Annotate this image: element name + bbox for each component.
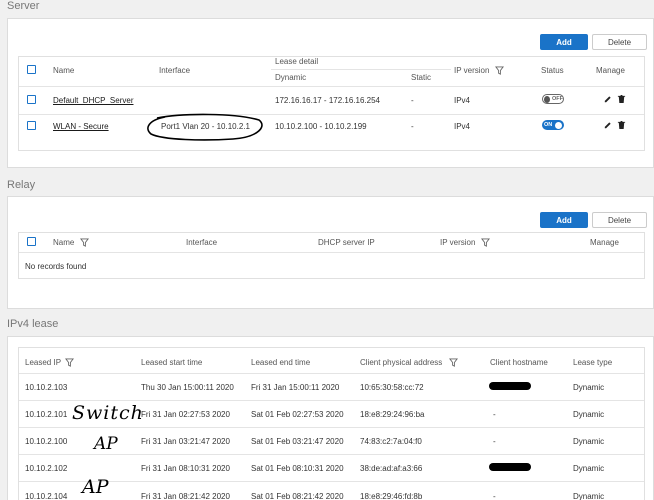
lease-mac: 18:e8:29:46:fd:8b [360, 492, 423, 500]
lease-ip: 10.10.2.103 [25, 383, 68, 392]
lease-start: Fri 31 Jan 03:21:47 2020 [141, 437, 230, 446]
lease-mac: 18:e8:29:24:96:ba [360, 410, 425, 419]
lease-end: Sat 01 Feb 08:21:42 2020 [251, 492, 344, 500]
lease-col-type: Lease type [573, 358, 613, 367]
server-static: - [411, 122, 414, 131]
lease-end: Sat 01 Feb 03:21:47 2020 [251, 437, 344, 446]
lease-col-leased-ip: Leased IP [25, 358, 62, 367]
handwritten-ap-note: AP [94, 434, 118, 454]
filter-icon[interactable] [481, 238, 490, 247]
lease-ip: 10.10.2.104 [25, 492, 68, 500]
lease-col-end: Leased end time [251, 358, 311, 367]
server-dynamic-range: 10.10.2.100 - 10.10.2.199 [275, 122, 367, 131]
server-row-checkbox[interactable] [27, 95, 36, 104]
server-name-link[interactable]: Default_DHCP_Server [53, 96, 133, 105]
server-add-button[interactable]: Add [540, 34, 588, 50]
filter-icon[interactable] [80, 238, 89, 247]
lease-type: Dynamic [573, 464, 605, 473]
edit-pencil-icon[interactable] [603, 121, 612, 130]
redaction-mark [489, 463, 531, 471]
relay-col-name: Name [53, 238, 75, 247]
relay-section-title: Relay [7, 179, 36, 191]
lease-end: Fri 31 Jan 15:00:11 2020 [251, 383, 340, 392]
lease-start: Thu 30 Jan 15:00:11 2020 [141, 383, 234, 392]
relay-col-ip-version: IP version [440, 238, 476, 247]
server-ip-version: IPv4 [454, 122, 471, 131]
header-divider [19, 252, 644, 253]
relay-delete-button[interactable]: Delete [592, 212, 647, 228]
handwritten-switch-note: Switch [72, 402, 144, 424]
relay-col-manage: Manage [590, 238, 619, 247]
header-divider [19, 86, 644, 87]
lease-type: Dynamic [573, 383, 605, 392]
relay-panel: Add Delete Name Interface DHCP server IP… [7, 196, 654, 309]
server-col-manage: Manage [596, 66, 625, 75]
lease-start: Fri 31 Jan 08:21:42 2020 [141, 492, 230, 500]
server-delete-button[interactable]: Delete [592, 34, 647, 50]
delete-trash-icon[interactable] [617, 94, 626, 104]
redaction-mark [489, 382, 531, 390]
relay-col-interface: Interface [186, 238, 218, 247]
lease-col-hostname: Client hostname [490, 358, 548, 367]
filter-icon[interactable] [65, 358, 74, 367]
server-col-static: Static [411, 73, 432, 82]
lease-col-start: Leased start time [141, 358, 203, 367]
lease-row[interactable]: 10.10.2.103 Thu 30 Jan 15:00:11 2020 Fri… [19, 374, 644, 400]
server-col-interface: Interface [159, 66, 191, 75]
hand-drawn-circle [147, 113, 263, 141]
server-static: - [411, 96, 414, 105]
server-col-name: Name [53, 66, 75, 75]
status-toggle[interactable]: OFF [542, 94, 564, 104]
lease-row[interactable]: 10.10.2.104 Fri 31 Jan 08:21:42 2020 Sat… [19, 482, 644, 500]
server-table: Name Interface Lease detail Dynamic Stat… [18, 56, 645, 151]
server-name-link[interactable]: WLAN - Secure [53, 122, 109, 131]
lease-ip: 10.10.2.102 [25, 464, 68, 473]
lease-mac: 38:de:ad:af:a3:66 [360, 464, 423, 473]
filter-icon[interactable] [495, 66, 504, 75]
lease-hostname: - [493, 492, 496, 500]
lease-start: Fri 31 Jan 02:27:53 2020 [141, 410, 230, 419]
edit-pencil-icon[interactable] [603, 95, 612, 104]
relay-select-all-checkbox[interactable] [27, 237, 36, 246]
lease-hostname: - [493, 437, 496, 446]
relay-add-button[interactable]: Add [540, 212, 588, 228]
server-col-ip-version: IP version [454, 66, 490, 75]
lease-ip: 10.10.2.101 [25, 410, 68, 419]
relay-empty-message: No records found [25, 262, 87, 271]
lease-row[interactable]: 10.10.2.102 Fri 31 Jan 08:10:31 2020 Sat… [19, 455, 644, 481]
relay-table: Name Interface DHCP server IP IP version… [18, 232, 645, 279]
delete-trash-icon[interactable] [617, 120, 626, 130]
lease-start: Fri 31 Jan 08:10:31 2020 [141, 464, 230, 473]
lease-ip: 10.10.2.100 [25, 437, 68, 446]
server-col-dynamic: Dynamic [275, 73, 307, 82]
server-section-title: Server [7, 0, 40, 12]
lease-hostname: - [493, 410, 496, 419]
server-col-lease-detail: Lease detail [275, 57, 319, 66]
status-toggle[interactable]: ON [542, 120, 564, 130]
lease-type: Dynamic [573, 410, 605, 419]
lease-detail-divider [271, 69, 451, 70]
server-ip-version: IPv4 [454, 96, 471, 105]
lease-type: Dynamic [573, 437, 605, 446]
server-select-all-checkbox[interactable] [27, 65, 36, 74]
lease-end: Sat 01 Feb 08:10:31 2020 [251, 464, 344, 473]
server-panel: Add Delete Name Interface Lease detail D… [7, 18, 654, 168]
server-col-status: Status [541, 66, 564, 75]
lease-section-title: IPv4 lease [7, 318, 59, 330]
server-dynamic-range: 172.16.16.17 - 172.16.16.254 [275, 96, 380, 105]
lease-type: Dynamic [573, 492, 605, 500]
lease-end: Sat 01 Feb 02:27:53 2020 [251, 410, 344, 419]
lease-col-mac: Client physical address [360, 358, 443, 367]
filter-icon[interactable] [449, 358, 458, 367]
relay-col-dhcp-server-ip: DHCP server IP [318, 238, 375, 247]
handwritten-ap-note: AP [82, 476, 109, 498]
server-row-checkbox[interactable] [27, 121, 36, 130]
row-divider [19, 114, 644, 115]
lease-mac: 74:83:c2:7a:04:f0 [360, 437, 422, 446]
lease-mac: 10:65:30:58:cc:72 [360, 383, 424, 392]
